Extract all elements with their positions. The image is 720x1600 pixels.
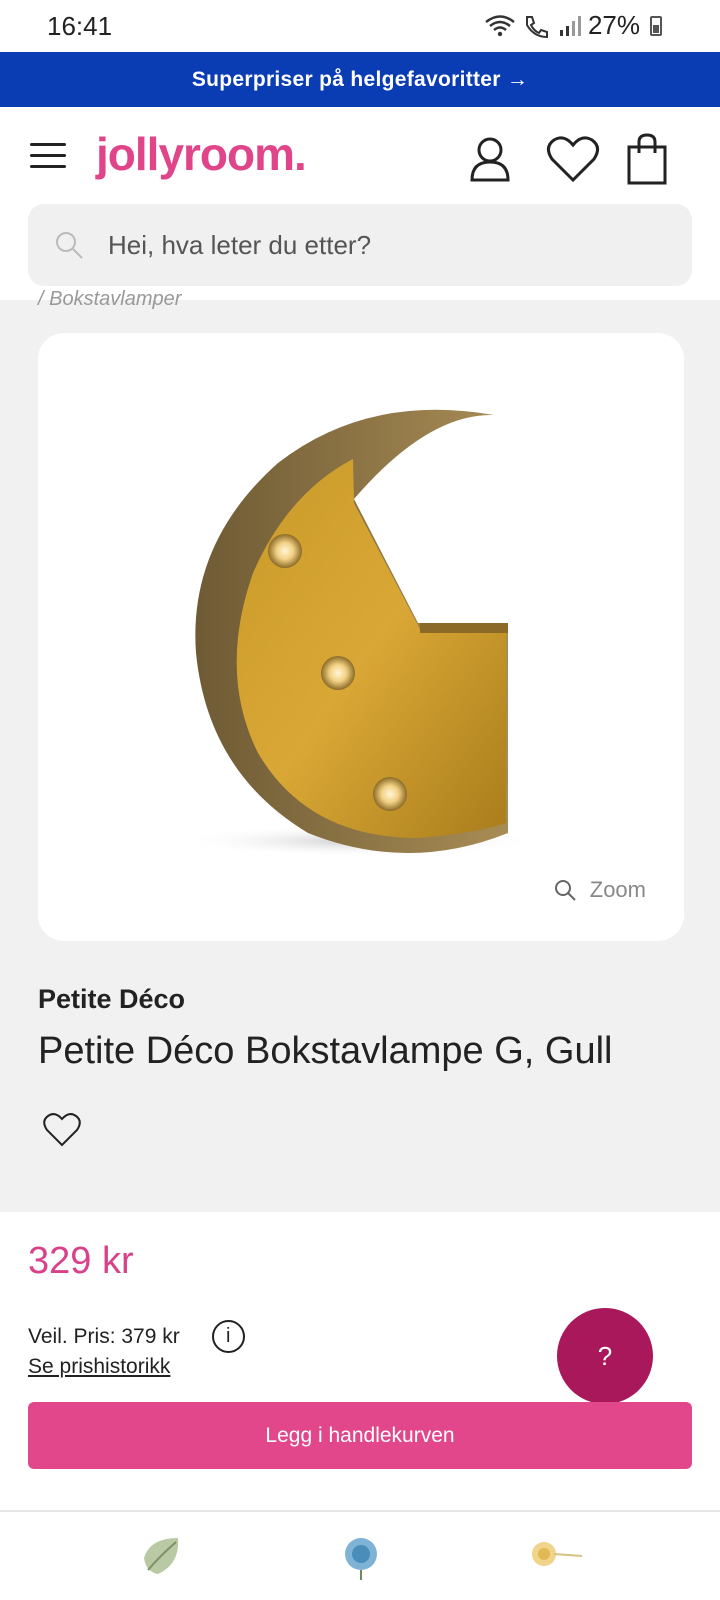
leaf-icon[interactable] xyxy=(140,1534,186,1578)
call-icon xyxy=(525,15,548,38)
product-section: / Bokstavlamper Zoom Petite Déco Petite … xyxy=(0,288,720,1212)
breadcrumb[interactable]: / Bokstavlamper xyxy=(38,288,181,311)
bottom-bar xyxy=(0,1510,720,1600)
wishlist-heart-icon[interactable] xyxy=(42,1112,82,1148)
blue-flower-icon[interactable] xyxy=(338,1534,384,1580)
product-title: Petite Déco Bokstavlampe G, Gull xyxy=(38,1030,613,1072)
promo-text: Superpriser på helgefavoritter → xyxy=(191,67,529,91)
menu-icon[interactable] xyxy=(30,143,66,169)
bag-icon[interactable] xyxy=(626,133,668,185)
zoom-icon xyxy=(554,880,576,901)
search-icon xyxy=(56,232,83,259)
account-icon[interactable] xyxy=(468,135,512,183)
status-time: 16:41 xyxy=(47,11,113,41)
promo-banner[interactable]: Superpriser på helgefavoritter → xyxy=(0,52,720,107)
zoom-label: Zoom xyxy=(589,877,646,902)
recommended-price: Veil. Pris: 379 kr i xyxy=(28,1320,245,1353)
wifi-icon xyxy=(485,14,515,36)
add-to-cart-button[interactable]: Legg i handlekurven xyxy=(28,1402,692,1469)
zoom-button[interactable]: Zoom xyxy=(554,877,646,903)
logo[interactable]: jollyroom. xyxy=(96,127,307,181)
product-brand[interactable]: Petite Déco xyxy=(38,984,185,1015)
status-icons: 27% xyxy=(484,10,662,41)
yellow-flower-icon[interactable] xyxy=(528,1534,584,1574)
help-button[interactable]: ? xyxy=(557,1308,653,1404)
signal-icon xyxy=(559,15,581,36)
product-image xyxy=(178,409,538,857)
status-bar: 16:41 27% xyxy=(0,0,720,52)
product-price: 329 kr xyxy=(28,1240,134,1282)
header: jollyroom. xyxy=(0,107,720,204)
battery-level: 27% xyxy=(587,10,640,40)
price-history-link[interactable]: Se prishistorikk xyxy=(28,1355,170,1379)
battery-icon xyxy=(650,15,662,36)
product-image-card[interactable]: Zoom xyxy=(38,333,684,941)
heart-icon[interactable] xyxy=(546,135,600,183)
info-icon[interactable]: i xyxy=(211,1320,245,1353)
search-input[interactable] xyxy=(108,204,668,286)
recommended-price-text: Veil. Pris: 379 kr xyxy=(28,1324,180,1348)
search-bar[interactable] xyxy=(28,204,692,286)
